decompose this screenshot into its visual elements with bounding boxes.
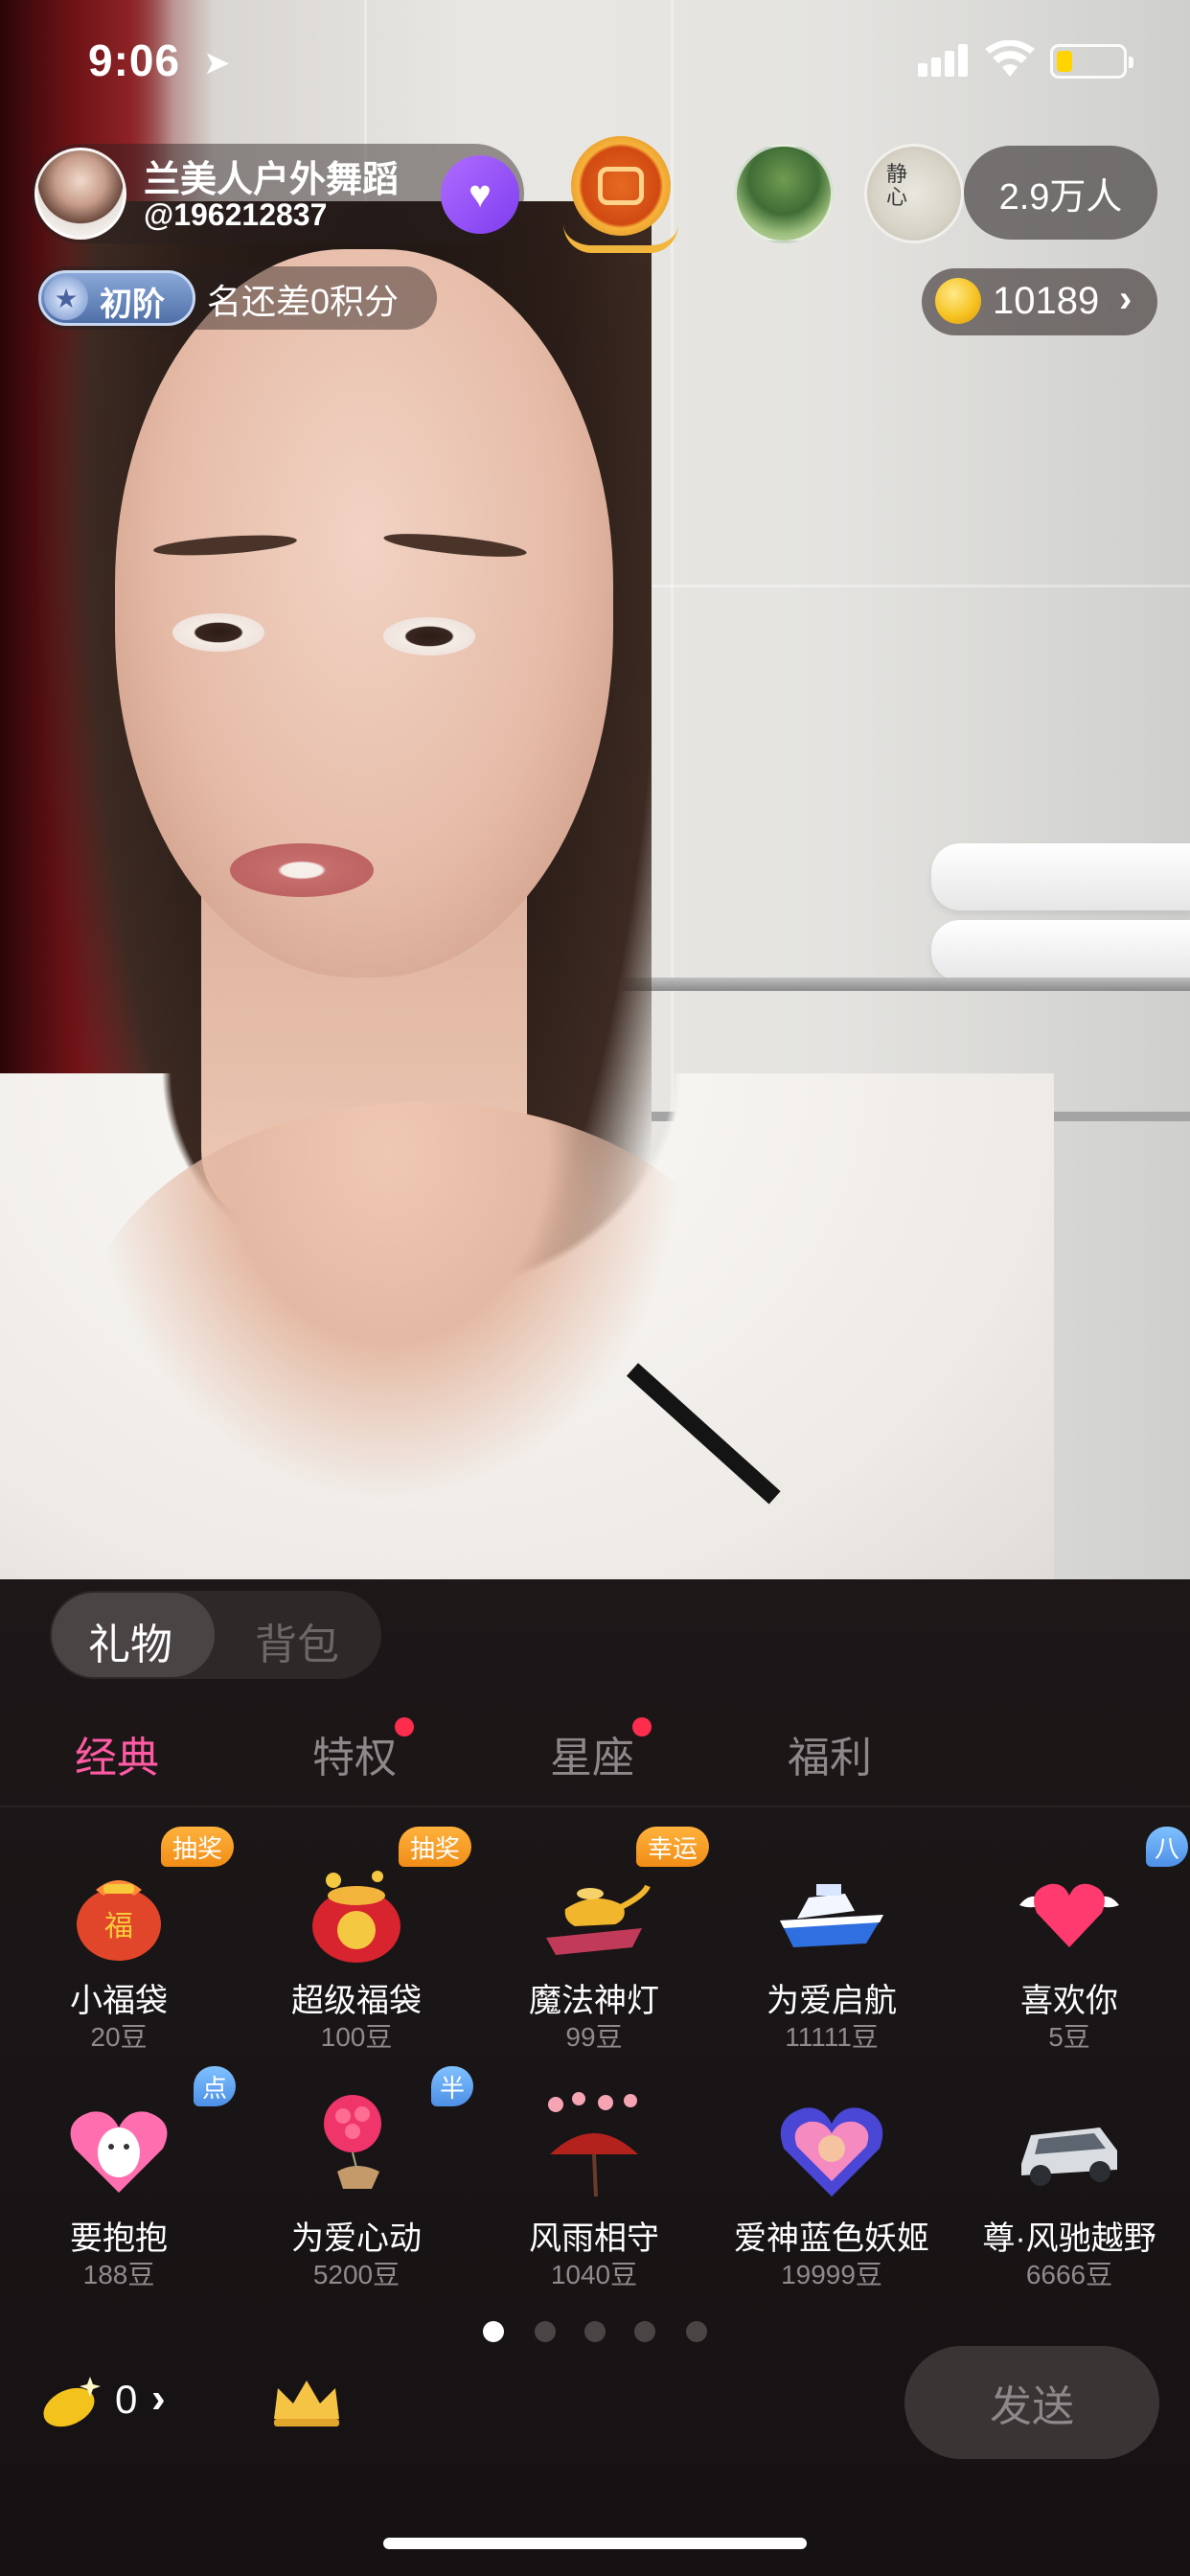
category-classic[interactable]: 经典 xyxy=(75,1723,159,1784)
page-dot-5[interactable] xyxy=(686,2321,707,2342)
gift-item[interactable]: 为爱心动 5200豆 xyxy=(238,2089,475,2319)
gift-item[interactable]: 喜欢你 5豆 xyxy=(950,1852,1188,2082)
gift-price: 11111豆 xyxy=(785,2022,879,2052)
follow-button[interactable]: ♥ xyxy=(441,155,519,234)
lips xyxy=(230,843,374,897)
bean-icon[interactable] xyxy=(38,2373,105,2430)
gift-name: 尊·风驰越野 xyxy=(982,2220,1156,2257)
gift-tag: 幸运 xyxy=(636,1827,710,1867)
rose-balloon-icon xyxy=(324,2095,381,2189)
gift-item[interactable]: 风雨相守 1040豆 xyxy=(475,2089,713,2319)
host-name: 兰美人户外舞蹈 xyxy=(144,160,400,200)
chest xyxy=(77,1102,767,1579)
gift-name: 喜欢你 xyxy=(1020,1983,1118,2019)
host-avatar[interactable] xyxy=(34,148,126,240)
gift-name: 风雨相守 xyxy=(529,2220,659,2257)
gift-tag: 抽奖 xyxy=(161,1827,235,1867)
suv-car-icon xyxy=(1021,2128,1117,2186)
gift-item[interactable]: 福 小福袋 20豆 xyxy=(0,1852,238,2082)
notification-dot xyxy=(395,1717,414,1736)
chevron-right-icon[interactable]: › xyxy=(151,2375,166,2423)
gift-item[interactable]: 尊·风驰越野 6666豆 xyxy=(950,2089,1188,2319)
divider xyxy=(0,1806,1190,1807)
gift-price: 1040豆 xyxy=(550,2260,638,2289)
gift-tag: 半 xyxy=(431,2066,473,2106)
send-button[interactable]: 发送 xyxy=(904,2346,1159,2459)
gift-name: 魔法神灯 xyxy=(529,1983,659,2019)
category-constellation[interactable]: 星座 xyxy=(550,1723,634,1784)
super-lucky-bag-icon xyxy=(312,1871,400,1963)
gift-item[interactable]: 为爱启航 11111豆 xyxy=(713,1852,950,2082)
tab-backpack[interactable]: 背包 xyxy=(255,1610,339,1671)
gift-name: 小福袋 xyxy=(70,1983,168,2019)
chevron-right-icon: › xyxy=(1119,278,1133,320)
eye xyxy=(383,617,475,656)
lucky-bag-icon: 福 xyxy=(77,1880,161,1961)
svg-text:福: 福 xyxy=(104,1910,133,1944)
heart-icon: ♥ xyxy=(469,172,492,216)
cellular-signal-icon xyxy=(918,42,968,77)
category-welfare[interactable]: 福利 xyxy=(788,1723,872,1784)
rank-description: 名还差0积分 xyxy=(207,282,400,321)
gift-item[interactable]: 要抱抱 188豆 xyxy=(0,2089,238,2319)
coin-icon xyxy=(935,278,981,324)
towel-rack xyxy=(623,978,1190,991)
wifi-icon xyxy=(985,40,1035,77)
status-bar: 9:06 ➤ xyxy=(0,0,1190,125)
gift-tag: 抽奖 xyxy=(399,1827,472,1867)
star-icon: ★ xyxy=(44,276,88,320)
gift-price: 188豆 xyxy=(82,2260,155,2289)
gift-name: 为爱启航 xyxy=(767,1983,897,2019)
towel xyxy=(931,843,1190,910)
winged-heart-icon xyxy=(1019,1883,1119,1947)
rank-level: 初阶 xyxy=(100,287,165,323)
gift-tag: 点 xyxy=(194,2066,236,2106)
gift-name: 为爱心动 xyxy=(291,2220,422,2257)
magic-lamp-icon xyxy=(546,1884,651,1955)
gift-item[interactable]: 爱神蓝色妖姬 19999豆 xyxy=(713,2089,950,2319)
gift-item[interactable]: 超级福袋 100豆 xyxy=(238,1852,475,2082)
page-dot-2[interactable] xyxy=(535,2321,556,2342)
gift-price: 6666豆 xyxy=(1025,2260,1113,2289)
gift-price: 100豆 xyxy=(320,2022,393,2052)
page-dot-3[interactable] xyxy=(584,2321,606,2342)
coin-amount: 10189 xyxy=(993,280,1100,322)
gift-tag: 八 xyxy=(1146,1827,1188,1867)
crown-icon[interactable] xyxy=(268,2373,345,2430)
bean-balance: 0 xyxy=(115,2377,138,2422)
hug-heart-icon xyxy=(70,2111,168,2193)
eye xyxy=(172,613,264,652)
battery-icon xyxy=(1050,44,1133,79)
viewer-avatar[interactable]: 静心 xyxy=(864,144,964,243)
gift-name: 爱神蓝色妖姬 xyxy=(734,2220,929,2257)
viewer-count[interactable]: 2.9万人 xyxy=(964,146,1157,240)
gift-item[interactable]: 魔法神灯 99豆 xyxy=(475,1852,713,2082)
page-dot-4[interactable] xyxy=(634,2321,655,2342)
gift-name: 要抱抱 xyxy=(70,2220,168,2257)
umbrella-blossom-icon xyxy=(548,2092,638,2197)
blue-rose-heart-icon xyxy=(780,2107,883,2196)
gift-name: 超级福袋 xyxy=(291,1983,422,2019)
category-privilege[interactable]: 特权 xyxy=(312,1723,397,1784)
gift-price: 20豆 xyxy=(90,2022,148,2052)
notification-dot xyxy=(632,1717,652,1736)
clock: 9:06 xyxy=(88,35,181,85)
gift-price: 99豆 xyxy=(565,2022,623,2052)
towel xyxy=(931,920,1190,981)
tab-gifts[interactable]: 礼物 xyxy=(88,1610,172,1671)
sofa-medal-icon[interactable] xyxy=(563,128,678,253)
gift-price: 5豆 xyxy=(1048,2022,1090,2052)
location-arrow-icon: ➤ xyxy=(203,45,231,81)
page-dot-1[interactable] xyxy=(483,2321,504,2342)
gift-price: 5200豆 xyxy=(312,2260,400,2289)
host-id: @196212837 xyxy=(144,197,328,232)
yacht-icon xyxy=(780,1884,883,1947)
viewer-avatar[interactable] xyxy=(734,144,834,243)
home-indicator[interactable] xyxy=(383,2538,807,2549)
gift-price: 19999豆 xyxy=(781,2260,882,2289)
